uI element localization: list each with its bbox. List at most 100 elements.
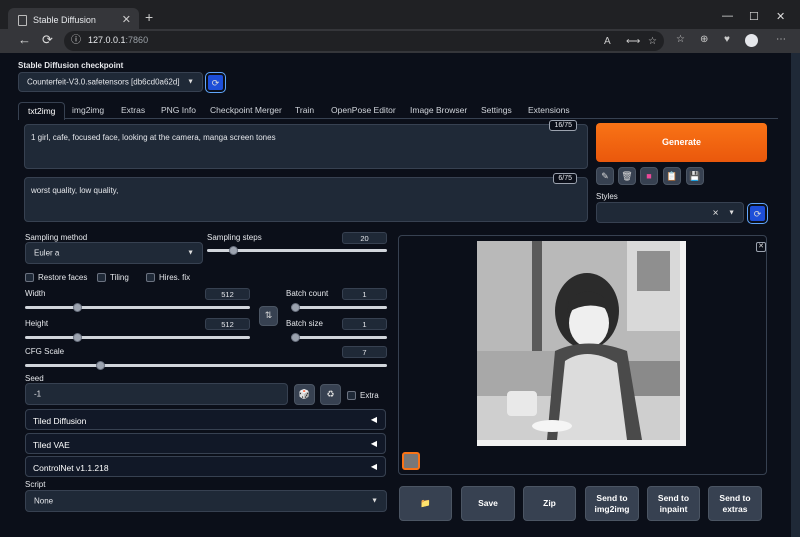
minimize-icon[interactable]: — [722, 10, 733, 22]
reuse-seed-button[interactable]: ♻ [320, 384, 341, 405]
folder-icon: 📁 [420, 498, 431, 508]
tab-checkpoint-merger[interactable]: Checkpoint Merger [210, 105, 282, 115]
back-icon[interactable]: ← [18, 33, 31, 47]
cfg-scale-slider[interactable] [25, 361, 387, 370]
pencil-icon: ✎ [601, 171, 609, 181]
slider-knob[interactable] [95, 361, 105, 370]
new-tab-icon[interactable]: + [145, 10, 153, 24]
clear-prompt-button[interactable]: 🗑 [618, 167, 636, 185]
script-label: Script [25, 480, 46, 489]
tab-txt2img[interactable]: txt2img [18, 102, 66, 120]
send-to-img2img-button[interactable]: Send to img2img [585, 486, 639, 521]
close-window-icon[interactable]: ✕ [776, 10, 785, 23]
zip-button[interactable]: Zip [523, 486, 576, 521]
send-to-inpaint-button[interactable]: Send to inpaint [647, 486, 700, 521]
url-field[interactable]: ⓘ 127.0.0.1:7860 A ⟷ ☆ [64, 31, 664, 51]
accordion-tiled-diffusion[interactable]: Tiled Diffusion ◀ [25, 409, 386, 430]
apply-style-button[interactable]: 📋 [663, 167, 681, 185]
extensions-icon[interactable]: ⊕ [700, 35, 708, 45]
tab-train[interactable]: Train [295, 105, 314, 115]
site-info-icon[interactable]: ⓘ [71, 34, 81, 48]
open-folder-button[interactable]: 📁 [399, 486, 452, 521]
batch-count-slider[interactable] [291, 303, 387, 312]
tab-image-browser[interactable]: Image Browser [410, 105, 467, 115]
checkpoint-label: Stable Diffusion checkpoint [18, 61, 124, 70]
negative-prompt-input[interactable]: worst quality, low quality, 6/75 [24, 173, 588, 222]
address-bar: ← ⟳ ⓘ 127.0.0.1:7860 A ⟷ ☆ ☆ ⊕ ♥ ⋯ [0, 29, 800, 53]
checkpoint-select[interactable]: Counterfeit-V3.0.safetensors [db6cd0a62d… [18, 72, 203, 92]
extra-networks-button[interactable]: ■ [640, 167, 658, 185]
tab-close-icon[interactable]: ✕ [122, 13, 131, 26]
webui-app: Stable Diffusion checkpoint Counterfeit-… [10, 53, 800, 537]
restore-faces-checkbox[interactable] [25, 273, 34, 282]
sampling-method-select[interactable]: Euler a ▼ [25, 242, 203, 264]
tab-extensions[interactable]: Extensions [528, 105, 570, 115]
tab-png-info[interactable]: PNG Info [161, 105, 196, 115]
button-label-line2: inpaint [659, 503, 688, 514]
cfg-scale-input[interactable]: 7 [342, 346, 387, 358]
extra-seed-label: Extra [360, 391, 379, 400]
refresh-icon[interactable]: ⟳ [42, 33, 53, 47]
height-slider[interactable] [25, 333, 250, 342]
save-button[interactable]: Save [461, 486, 515, 521]
tab-extras[interactable]: Extras [121, 105, 145, 115]
favorites-icon[interactable]: ☆ [676, 35, 685, 45]
tab-img2img[interactable]: img2img [72, 105, 104, 115]
translate-icon[interactable]: ⟷ [626, 37, 640, 47]
accordion-controlnet[interactable]: ControlNet v1.1.218 ◀ [25, 456, 386, 477]
tab-settings[interactable]: Settings [481, 105, 512, 115]
clear-styles-icon[interactable]: ✕ [712, 208, 719, 217]
send-to-extras-button[interactable]: Send to extras [708, 486, 762, 521]
sampling-steps-slider[interactable] [207, 246, 387, 255]
swap-dimensions-button[interactable]: ⇅ [259, 306, 278, 326]
favorite-icon[interactable]: ☆ [648, 37, 657, 47]
generated-image[interactable] [477, 241, 686, 446]
prompt-text: 1 girl, cafe, focused face, looking at t… [31, 133, 276, 142]
seed-input[interactable]: -1 [25, 383, 288, 405]
width-input[interactable]: 512 [205, 288, 250, 300]
refresh-checkpoint-button[interactable]: ⟳ [205, 72, 226, 93]
read-aloud-icon[interactable]: A [604, 37, 611, 47]
extra-seed-checkbox[interactable] [347, 391, 356, 400]
prompt-input[interactable]: 1 girl, cafe, focused face, looking at t… [24, 120, 588, 169]
slider-knob[interactable] [291, 333, 300, 342]
random-seed-button[interactable]: 🎲 [294, 384, 315, 405]
profile-avatar[interactable] [745, 34, 758, 47]
main-tabs: txt2img img2img Extras PNG Info Checkpoi… [18, 102, 778, 120]
accordion-tiled-vae[interactable]: Tiled VAE ◀ [25, 433, 386, 454]
batch-count-input[interactable]: 1 [342, 288, 387, 300]
width-slider[interactable] [25, 303, 250, 312]
generated-image-art [477, 241, 686, 446]
generate-button[interactable]: Generate [596, 123, 767, 162]
hires-fix-checkbox[interactable] [146, 273, 155, 282]
refresh-icon: ⟳ [753, 209, 762, 219]
styles-select[interactable]: ✕ ▼ [596, 202, 744, 223]
chevron-down-icon: ▼ [187, 78, 194, 86]
tab-openpose-editor[interactable]: OpenPose Editor [331, 105, 396, 115]
slider-knob[interactable] [291, 303, 300, 312]
health-icon[interactable]: ♥ [724, 35, 730, 45]
slider-knob[interactable] [229, 246, 239, 255]
read-params-button[interactable]: ✎ [596, 167, 614, 185]
accordion-title: ControlNet v1.1.218 [33, 463, 109, 473]
more-icon[interactable]: ⋯ [776, 35, 786, 45]
batch-size-input[interactable]: 1 [342, 318, 387, 330]
tiling-checkbox[interactable] [97, 273, 106, 282]
button-label-line1: Send to [596, 492, 628, 503]
slider-knob[interactable] [72, 303, 82, 312]
refresh-styles-button[interactable]: ⟳ [747, 203, 768, 224]
save-style-button[interactable]: 💾 [686, 167, 704, 185]
close-gallery-icon[interactable]: ✕ [756, 242, 766, 252]
recycle-icon: ♻ [326, 389, 335, 399]
url-text: 127.0.0.1:7860 [88, 35, 148, 45]
height-input[interactable]: 512 [205, 318, 250, 330]
url-host: 127.0.0.1 [88, 35, 126, 45]
gallery-thumbnail[interactable] [402, 452, 420, 470]
sampling-steps-input[interactable]: 20 [342, 232, 387, 244]
script-select[interactable]: None ▼ [25, 490, 387, 512]
slider-knob[interactable] [72, 333, 82, 342]
batch-size-slider[interactable] [291, 333, 387, 342]
collapse-arrow-icon: ◀ [370, 415, 377, 424]
page-scrollbar[interactable] [791, 53, 800, 537]
maximize-icon[interactable]: ☐ [749, 10, 759, 23]
